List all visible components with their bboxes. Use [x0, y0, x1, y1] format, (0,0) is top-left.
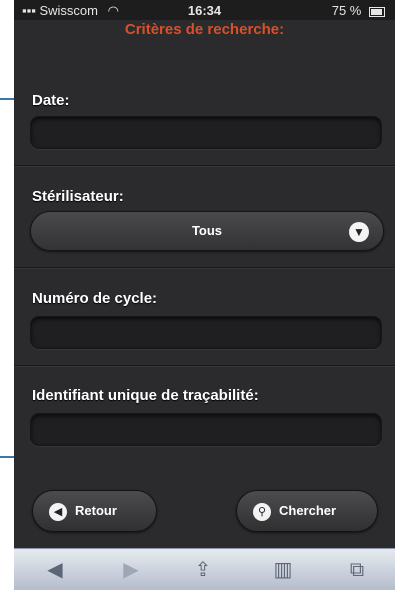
page-title: Critères de recherche: — [124, 21, 285, 38]
sterilisateur-select[interactable]: Tous ▼ — [30, 211, 384, 251]
search-button-label: Chercher — [279, 503, 337, 518]
divider — [14, 267, 395, 268]
search-icon: ⚲ — [253, 502, 271, 521]
identifiant-label: Identifiant unique de traçabilité: — [32, 387, 259, 404]
chevron-left-icon: ◀ — [49, 502, 67, 521]
bookmarks-icon[interactable]: ▥ — [270, 558, 296, 582]
back-button-label: Retour — [75, 503, 117, 518]
sterilisateur-selected-value: Tous — [191, 223, 223, 238]
back-button[interactable]: ◀ Retour — [32, 490, 157, 532]
tabs-icon[interactable]: ⧉ — [344, 558, 370, 582]
search-button[interactable]: ⚲ Chercher — [236, 490, 378, 532]
date-field[interactable] — [30, 116, 382, 149]
identifiant-field[interactable] — [30, 413, 382, 446]
sterilisateur-label: Stérilisateur: — [32, 188, 124, 205]
battery-percentage: 75 % — [331, 3, 362, 18]
numero-cycle-field[interactable] — [30, 316, 382, 349]
chevron-down-icon: ▼ — [349, 222, 369, 242]
back-arrow-icon[interactable]: ◀ — [42, 558, 68, 582]
numero-cycle-label: Numéro de cycle: — [32, 290, 158, 307]
phone-screen: ▪▪▪ Swisscom ◠ 16:34 75 % Critères de re… — [14, 0, 395, 590]
divider — [14, 165, 395, 166]
status-bar: ▪▪▪ Swisscom ◠ 16:34 75 % — [14, 0, 395, 20]
browser-toolbar: ◀ ▶ ⇪ ▥ ⧉ — [14, 548, 395, 590]
battery-icon — [369, 6, 385, 17]
date-label: Date: — [32, 92, 70, 109]
share-icon[interactable]: ⇪ — [190, 558, 216, 582]
forward-arrow-icon[interactable]: ▶ — [118, 558, 144, 582]
divider — [14, 365, 395, 366]
